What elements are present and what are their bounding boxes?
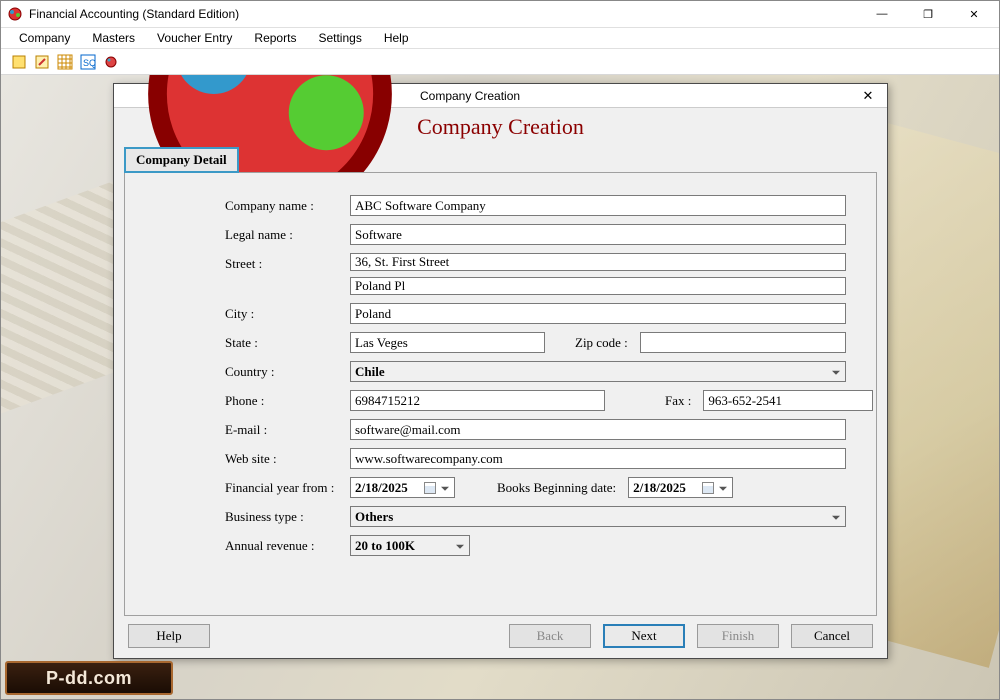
label-street: Street : (225, 253, 350, 272)
label-state: State : (225, 335, 350, 351)
fy-from-datepicker[interactable]: 2/18/2025 (350, 477, 455, 498)
menu-settings[interactable]: Settings (308, 29, 371, 47)
tab-strip: Company Detail (114, 146, 887, 172)
label-books-begin: Books Beginning date: (455, 480, 628, 496)
menubar: Company Masters Voucher Entry Reports Se… (1, 28, 999, 49)
menu-reports[interactable]: Reports (244, 29, 306, 47)
toolbar-query-icon[interactable]: SQ (78, 52, 98, 72)
business-type-value: Others (355, 509, 393, 525)
calendar-icon (702, 482, 714, 494)
label-city: City : (225, 306, 350, 322)
minimize-button[interactable]: — (859, 1, 905, 28)
books-begin-value: 2/18/2025 (633, 480, 686, 496)
watermark: P-dd.com (5, 661, 173, 695)
label-business-type: Business type : (225, 509, 350, 525)
main-window: Financial Accounting (Standard Edition) … (0, 0, 1000, 700)
finish-button[interactable]: Finish (697, 624, 779, 648)
company-creation-dialog: Company Creation ✕ Company Creation Comp… (113, 83, 888, 659)
legal-name-input[interactable] (350, 224, 846, 245)
svg-text:SQ: SQ (83, 58, 96, 68)
label-country: Country : (225, 364, 350, 380)
label-website: Web site : (225, 451, 350, 467)
business-type-select[interactable]: Others (350, 506, 846, 527)
form-panel: Company name : Legal name : Street : (124, 172, 877, 616)
annual-revenue-select[interactable]: 20 to 100K (350, 535, 470, 556)
back-button[interactable]: Back (509, 624, 591, 648)
books-begin-datepicker[interactable]: 2/18/2025 (628, 477, 733, 498)
label-legal-name: Legal name : (225, 227, 350, 243)
dialog-body: Company Creation Company Detail Company … (114, 108, 887, 658)
cancel-button[interactable]: Cancel (791, 624, 873, 648)
state-input[interactable] (350, 332, 545, 353)
street1-input[interactable] (350, 253, 846, 271)
toolbar-grid-icon[interactable] (55, 52, 75, 72)
menu-help[interactable]: Help (374, 29, 419, 47)
country-value: Chile (355, 364, 385, 380)
label-fy-from: Financial year from : (225, 480, 350, 496)
help-button[interactable]: Help (128, 624, 210, 648)
app-title: Financial Accounting (Standard Edition) (29, 7, 859, 21)
calendar-icon (424, 482, 436, 494)
app-icon (7, 6, 23, 22)
city-input[interactable] (350, 303, 846, 324)
label-email: E-mail : (225, 422, 350, 438)
country-select[interactable]: Chile (350, 361, 846, 382)
next-button[interactable]: Next (603, 624, 685, 648)
toolbar: SQ (1, 49, 999, 75)
dialog-titlebar: Company Creation ✕ (114, 84, 887, 108)
titlebar: Financial Accounting (Standard Edition) … (1, 1, 999, 28)
website-input[interactable] (350, 448, 846, 469)
menu-voucher-entry[interactable]: Voucher Entry (147, 29, 242, 47)
label-fax: Fax : (605, 393, 703, 409)
dialog-heading: Company Creation (114, 108, 887, 144)
window-controls: — ❐ ✕ (859, 1, 997, 28)
close-button[interactable]: ✕ (951, 1, 997, 28)
company-name-input[interactable] (350, 195, 846, 216)
dialog-close-button[interactable]: ✕ (853, 85, 883, 107)
street2-input[interactable] (350, 277, 846, 295)
toolbar-edit-icon[interactable] (32, 52, 52, 72)
phone-input[interactable] (350, 390, 605, 411)
label-zip: Zip code : (545, 335, 640, 351)
maximize-button[interactable]: ❐ (905, 1, 951, 28)
label-phone: Phone : (225, 393, 350, 409)
toolbar-new-icon[interactable] (9, 52, 29, 72)
annual-revenue-value: 20 to 100K (355, 538, 415, 554)
fy-from-value: 2/18/2025 (355, 480, 408, 496)
dialog-title: Company Creation (420, 89, 853, 103)
label-annual-revenue: Annual revenue : (225, 538, 350, 554)
canvas: Company Creation ✕ Company Creation Comp… (1, 75, 999, 699)
fax-input[interactable] (703, 390, 873, 411)
menu-masters[interactable]: Masters (82, 29, 145, 47)
wizard-buttons: Help Back Next Finish Cancel (114, 616, 887, 658)
email-input[interactable] (350, 419, 846, 440)
menu-company[interactable]: Company (9, 29, 80, 47)
tab-company-detail[interactable]: Company Detail (124, 147, 239, 173)
toolbar-settings-icon[interactable] (101, 52, 121, 72)
zip-input[interactable] (640, 332, 846, 353)
label-company-name: Company name : (225, 198, 350, 214)
